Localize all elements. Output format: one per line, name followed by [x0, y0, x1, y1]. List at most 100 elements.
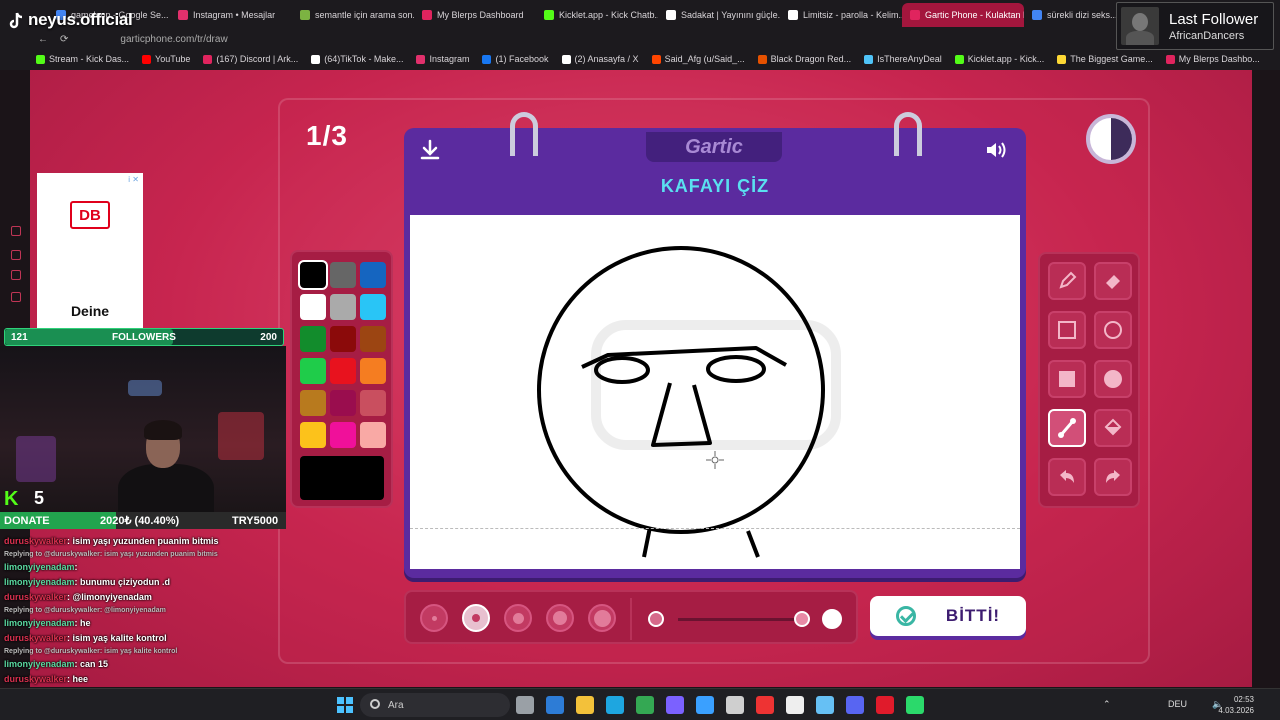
terminal-icon[interactable]	[906, 696, 924, 714]
ellipse-tool[interactable]	[1094, 311, 1132, 349]
redo-tool[interactable]	[1094, 458, 1132, 496]
drawing-canvas[interactable]	[410, 215, 1020, 569]
browser-tab-3[interactable]: My Blerps Dashboard	[414, 3, 536, 27]
volume-icon[interactable]	[984, 138, 1008, 162]
bookmark-8[interactable]: Black Dragon Red...	[757, 54, 851, 64]
brush-size-4-button[interactable]	[546, 604, 574, 632]
chat-username[interactable]: limonyiyenadam	[4, 577, 75, 587]
url-field[interactable]: garticphone.com/tr/draw	[120, 34, 227, 45]
steam-icon[interactable]	[816, 696, 834, 714]
brush-size-3-button[interactable]	[504, 604, 532, 632]
obs-icon[interactable]	[726, 696, 744, 714]
bookmark-9[interactable]: IsThereAnyDeal	[864, 54, 942, 64]
color-swatch-0[interactable]	[298, 260, 328, 290]
color-swatch-6[interactable]	[300, 326, 326, 352]
bookmark-2[interactable]: (167) Discord | Ark...	[203, 54, 298, 64]
discord-icon[interactable]	[846, 696, 864, 714]
windows-taskbar: Ara ⌃ DEU 🔈 02:53 4.03.2026	[0, 688, 1280, 720]
epic-icon[interactable]	[786, 696, 804, 714]
chat-message: limonyiyenadam:	[4, 562, 78, 572]
file-explorer-icon[interactable]	[576, 696, 594, 714]
record-icon[interactable]	[756, 696, 774, 714]
color-swatch-12[interactable]	[300, 390, 326, 416]
bookmark-0[interactable]: Stream - Kick Das...	[36, 54, 129, 64]
color-swatch-3[interactable]	[300, 294, 326, 320]
brush-size-1-button[interactable]	[420, 604, 448, 632]
color-swatch-7[interactable]	[330, 326, 356, 352]
chat-text: isim yaşı yuzunden puanim bitmis	[72, 536, 219, 546]
sidebar-icon-3[interactable]	[11, 270, 21, 280]
filled-ellipse-tool[interactable]	[1094, 360, 1132, 398]
chat-username[interactable]: limonyiyenadam	[4, 562, 75, 572]
task-view-icon[interactable]	[516, 696, 534, 714]
browser-tab-2[interactable]: semantle için arama son...	[292, 3, 414, 27]
download-icon[interactable]	[418, 138, 442, 162]
ad-choices-icon[interactable]: i ✕	[128, 175, 139, 184]
opacity-slider-track[interactable]	[678, 618, 804, 621]
taskbar-search[interactable]: Ara	[360, 693, 510, 717]
bookmark-1[interactable]: YouTube	[142, 54, 190, 64]
chat-username[interactable]: duruskywalker	[4, 536, 67, 546]
windows-start-icon[interactable]	[337, 697, 353, 713]
color-swatch-2[interactable]	[360, 262, 386, 288]
chat-username[interactable]: limonyiyenadam	[4, 618, 75, 628]
app-grid-icon[interactable]	[666, 696, 684, 714]
color-swatch-5[interactable]	[360, 294, 386, 320]
opera-icon[interactable]	[876, 696, 894, 714]
bookmark-3[interactable]: (64)TikTok - Make...	[311, 54, 403, 64]
chat-username[interactable]: duruskywalker	[4, 674, 67, 684]
chat-username[interactable]: limonyiyenadam	[4, 659, 75, 669]
filled-rectangle-tool[interactable]	[1048, 360, 1086, 398]
color-swatch-17[interactable]	[360, 422, 386, 448]
tray-chevron-icon[interactable]: ⌃	[1103, 699, 1111, 710]
language-indicator[interactable]: DEU	[1168, 699, 1187, 709]
back-icon[interactable]: ←	[38, 34, 48, 45]
color-swatch-9[interactable]	[300, 358, 326, 384]
bookmark-12[interactable]: My Blerps Dashbo...	[1165, 54, 1260, 64]
sidebar-icon-1[interactable]	[11, 226, 21, 236]
sidebar-icon-2[interactable]	[11, 250, 21, 260]
browser-tab-7[interactable]: Gartic Phone - Kulaktan K...	[902, 3, 1024, 27]
system-clock[interactable]: 02:53 4.03.2026	[1218, 694, 1254, 716]
color-swatch-14[interactable]	[360, 390, 386, 416]
color-swatch-10[interactable]	[330, 358, 356, 384]
edge-icon[interactable]	[606, 696, 624, 714]
opacity-slider-knob[interactable]	[794, 611, 810, 627]
fill-tool[interactable]	[1094, 409, 1132, 447]
color-swatch-1[interactable]	[330, 262, 356, 288]
chat-text: he	[80, 618, 91, 628]
brush-size-5-button[interactable]	[588, 604, 616, 632]
chrome-icon[interactable]	[636, 696, 654, 714]
bookmark-7[interactable]: Said_Afg (u/Said_...	[651, 54, 745, 64]
browser-tab-6[interactable]: Limitsiz - parolla - Kelim...	[780, 3, 902, 27]
bookmark-10[interactable]: Kicklet.app - Kick...	[954, 54, 1044, 64]
kick-logo-icon: K	[4, 488, 19, 510]
color-swatch-16[interactable]	[330, 422, 356, 448]
advertisement[interactable]: i ✕ DB Deine	[37, 173, 143, 333]
brush-size-2-button[interactable]	[462, 604, 490, 632]
eraser-tool[interactable]	[1094, 262, 1132, 300]
color-swatch-13[interactable]	[330, 390, 356, 416]
browser-tab-1[interactable]: Instagram • Mesajlar	[170, 3, 292, 27]
refresh-icon[interactable]: ⟳	[60, 34, 68, 45]
browser-tab-5[interactable]: Sadakat | Yayınını güçle...	[658, 3, 780, 27]
chat-username[interactable]: duruskywalker	[4, 592, 67, 602]
color-swatch-8[interactable]	[360, 326, 386, 352]
photos-icon[interactable]	[696, 696, 714, 714]
browser-tab-4[interactable]: Kicklet.app - Kick Chatb...	[536, 3, 658, 27]
color-swatch-15[interactable]	[300, 422, 326, 448]
color-swatch-11[interactable]	[360, 358, 386, 384]
bookmark-4[interactable]: Instagram	[416, 54, 469, 64]
pencil-tool[interactable]	[1048, 262, 1086, 300]
bookmark-6[interactable]: (2) Anasayfa / X	[561, 54, 639, 64]
line-tool[interactable]	[1048, 409, 1086, 447]
bookmark-5[interactable]: (1) Facebook	[482, 54, 549, 64]
bookmark-11[interactable]: The Biggest Game...	[1057, 54, 1153, 64]
chat-username[interactable]: duruskywalker	[4, 633, 67, 643]
undo-tool[interactable]	[1048, 458, 1086, 496]
sidebar-icon-4[interactable]	[11, 292, 21, 302]
store-icon[interactable]	[546, 696, 564, 714]
rectangle-tool[interactable]	[1048, 311, 1086, 349]
done-button[interactable]: BİTTİ!	[870, 596, 1026, 636]
color-swatch-4[interactable]	[330, 294, 356, 320]
